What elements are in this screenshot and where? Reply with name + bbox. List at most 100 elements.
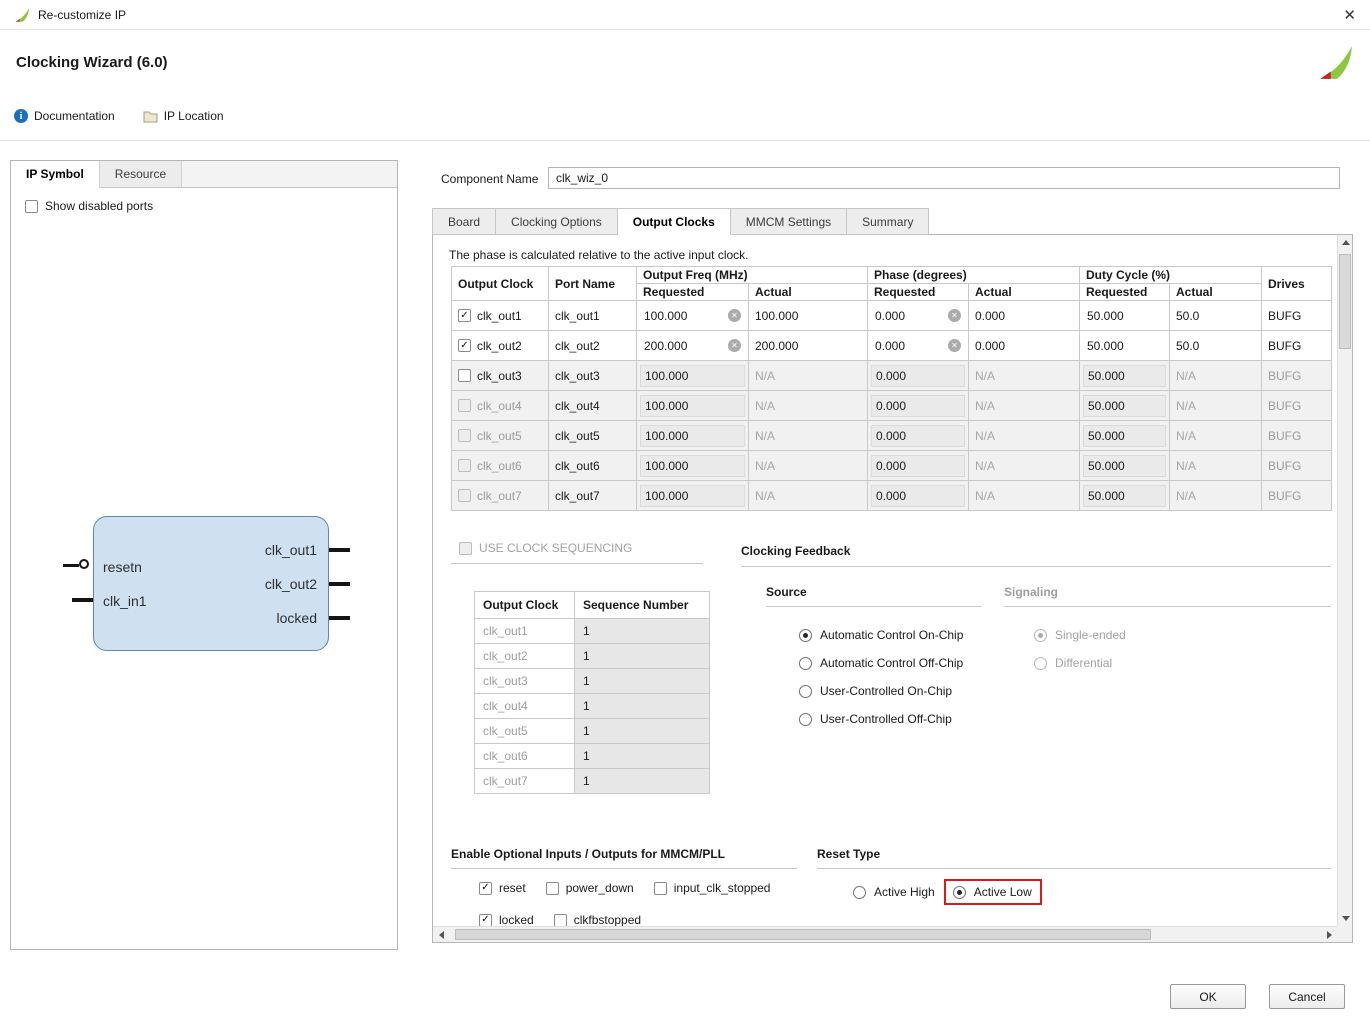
port-name-cell: clk_out6 [549,451,637,481]
vertical-scroll-thumb[interactable] [1339,254,1351,349]
radio-user-controlled-off-chip[interactable]: User-Controlled Off-Chip [799,705,963,733]
radio-icon [799,685,812,698]
scroll-down-button[interactable] [1338,911,1353,926]
port-name-cell: clk_out2 [549,331,637,361]
radio-active-low[interactable]: Active Low [944,879,1042,905]
output-clock-checkbox[interactable]: ✓ [458,339,471,352]
drives-select[interactable]: BUFG [1262,391,1332,421]
cancel-button[interactable]: Cancel [1269,984,1345,1009]
tab-output-clocks[interactable]: Output Clocks [618,208,731,235]
optional-io-row: ✓reset power_down input_clk_stopped [479,881,770,895]
radio-active-high[interactable]: Active High [853,885,935,899]
sequence-number-cell: 1 [575,619,710,644]
output-clock-checkbox[interactable] [458,399,471,412]
duty-requested-field: 50.000 [1083,365,1166,387]
drives-select[interactable]: BUFG [1262,421,1332,451]
checkbox-icon: ✓ [479,914,492,927]
output-clock-label: clk_out3 [477,369,522,383]
sequence-row: clk_out31 [475,669,710,694]
ok-button[interactable]: OK [1170,984,1246,1009]
output-clock-checkbox[interactable] [458,489,471,502]
radio-single-ended: Single-ended [1034,621,1126,649]
tab-summary[interactable]: Summary [847,208,929,235]
output-clock-checkbox[interactable] [458,459,471,472]
radio-label: Single-ended [1055,628,1126,642]
col-actual: Actual [1170,284,1262,301]
output-clock-row: clk_out7clk_out7100.000N/A0.000N/A50.000… [452,481,1332,511]
tab-clocking-options[interactable]: Clocking Options [496,208,618,235]
tab-board[interactable]: Board [432,208,496,235]
output-clock-row: clk_out6clk_out6100.000N/A0.000N/A50.000… [452,451,1332,481]
output-clock-row: clk_out4clk_out4100.000N/A0.000N/A50.000… [452,391,1332,421]
output-clock-checkbox[interactable] [458,369,471,382]
drives-select[interactable]: BUFG [1262,331,1332,361]
port-name-cell: clk_out1 [549,301,637,331]
checkbox-clkfbstopped[interactable]: clkfbstopped [554,913,641,927]
output-clock-checkbox[interactable] [458,429,471,442]
scroll-up-button[interactable] [1338,235,1353,250]
resetn-bubble-icon [79,559,89,569]
documentation-label: Documentation [34,109,115,123]
duty-actual-cell: N/A [1170,451,1262,481]
sequence-row: clk_out51 [475,719,710,744]
close-icon[interactable]: ✕ [1343,6,1356,24]
duty-requested-field[interactable]: 50.000 [1083,304,1166,328]
output-clock-label: clk_out6 [477,459,522,473]
port-name-cell: clk_out7 [549,481,637,511]
phase-requested-field[interactable]: 0.000✕ [871,304,965,328]
component-name-label: Component Name [441,172,538,186]
sequence-number-cell: 1 [575,769,710,794]
component-name-input[interactable]: clk_wiz_0 [548,167,1340,189]
radio-label: Automatic Control Off-Chip [820,656,963,670]
checkbox-power-down[interactable]: power_down [546,881,634,895]
show-disabled-ports-checkbox[interactable]: Show disabled ports [25,199,153,213]
sequence-row: clk_out21 [475,644,710,669]
phase-requested-field: 0.000 [871,395,965,417]
freq-requested-field[interactable]: 100.000✕ [640,304,745,328]
clear-icon[interactable]: ✕ [948,339,961,352]
drives-select[interactable]: BUFG [1262,301,1332,331]
checkbox-locked[interactable]: ✓locked [479,913,534,927]
horizontal-scroll-thumb[interactable] [455,929,1151,940]
radio-label: Differential [1055,656,1112,670]
checkbox-icon [546,882,559,895]
clear-icon[interactable]: ✕ [728,309,741,322]
use-clock-sequencing-checkbox [459,542,472,555]
vertical-scrollbar[interactable] [1337,235,1352,926]
documentation-link[interactable]: i Documentation [14,109,115,123]
radio-icon [1034,657,1047,670]
tab-mmcm-settings[interactable]: MMCM Settings [731,208,847,235]
left-tab-ip-symbol[interactable]: IP Symbol [11,161,100,188]
radio-label: User-Controlled On-Chip [820,684,952,698]
checkbox-input-clk-stopped[interactable]: input_clk_stopped [654,881,771,895]
phase-actual-cell: N/A [969,361,1080,391]
freq-requested-field[interactable]: 200.000✕ [640,334,745,358]
drives-select[interactable]: BUFG [1262,451,1332,481]
left-tab-resource[interactable]: Resource [100,161,182,187]
clear-icon[interactable]: ✕ [728,339,741,352]
phase-requested-field: 0.000 [871,365,965,387]
phase-requested-field[interactable]: 0.000✕ [871,334,965,358]
scroll-right-button[interactable] [1321,927,1337,943]
output-clock-row: ✓clk_out1clk_out1100.000✕100.0000.000✕0.… [452,301,1332,331]
radio-automatic-control-on-chip[interactable]: Automatic Control On-Chip [799,621,963,649]
radio-user-controlled-on-chip[interactable]: User-Controlled On-Chip [799,677,963,705]
output-clock-label: clk_out4 [477,399,522,413]
radio-automatic-control-off-chip[interactable]: Automatic Control Off-Chip [799,649,963,677]
freq-actual-cell: 100.000 [749,301,868,331]
clear-icon[interactable]: ✕ [948,309,961,322]
drives-select[interactable]: BUFG [1262,481,1332,511]
ip-location-link[interactable]: IP Location [143,109,224,123]
scroll-left-button[interactable] [433,927,449,943]
duty-requested-field[interactable]: 50.000 [1083,334,1166,358]
sequence-row: clk_out41 [475,694,710,719]
freq-actual-cell: N/A [749,391,868,421]
output-clock-checkbox[interactable]: ✓ [458,309,471,322]
signaling-title: Signaling [1004,585,1331,607]
sequence-clock-cell: clk_out5 [475,719,575,744]
checkbox-reset[interactable]: ✓reset [479,881,526,895]
horizontal-scrollbar[interactable] [433,926,1337,942]
phase-note: The phase is calculated relative to the … [449,248,749,262]
checkbox-icon [654,882,667,895]
drives-select[interactable]: BUFG [1262,361,1332,391]
